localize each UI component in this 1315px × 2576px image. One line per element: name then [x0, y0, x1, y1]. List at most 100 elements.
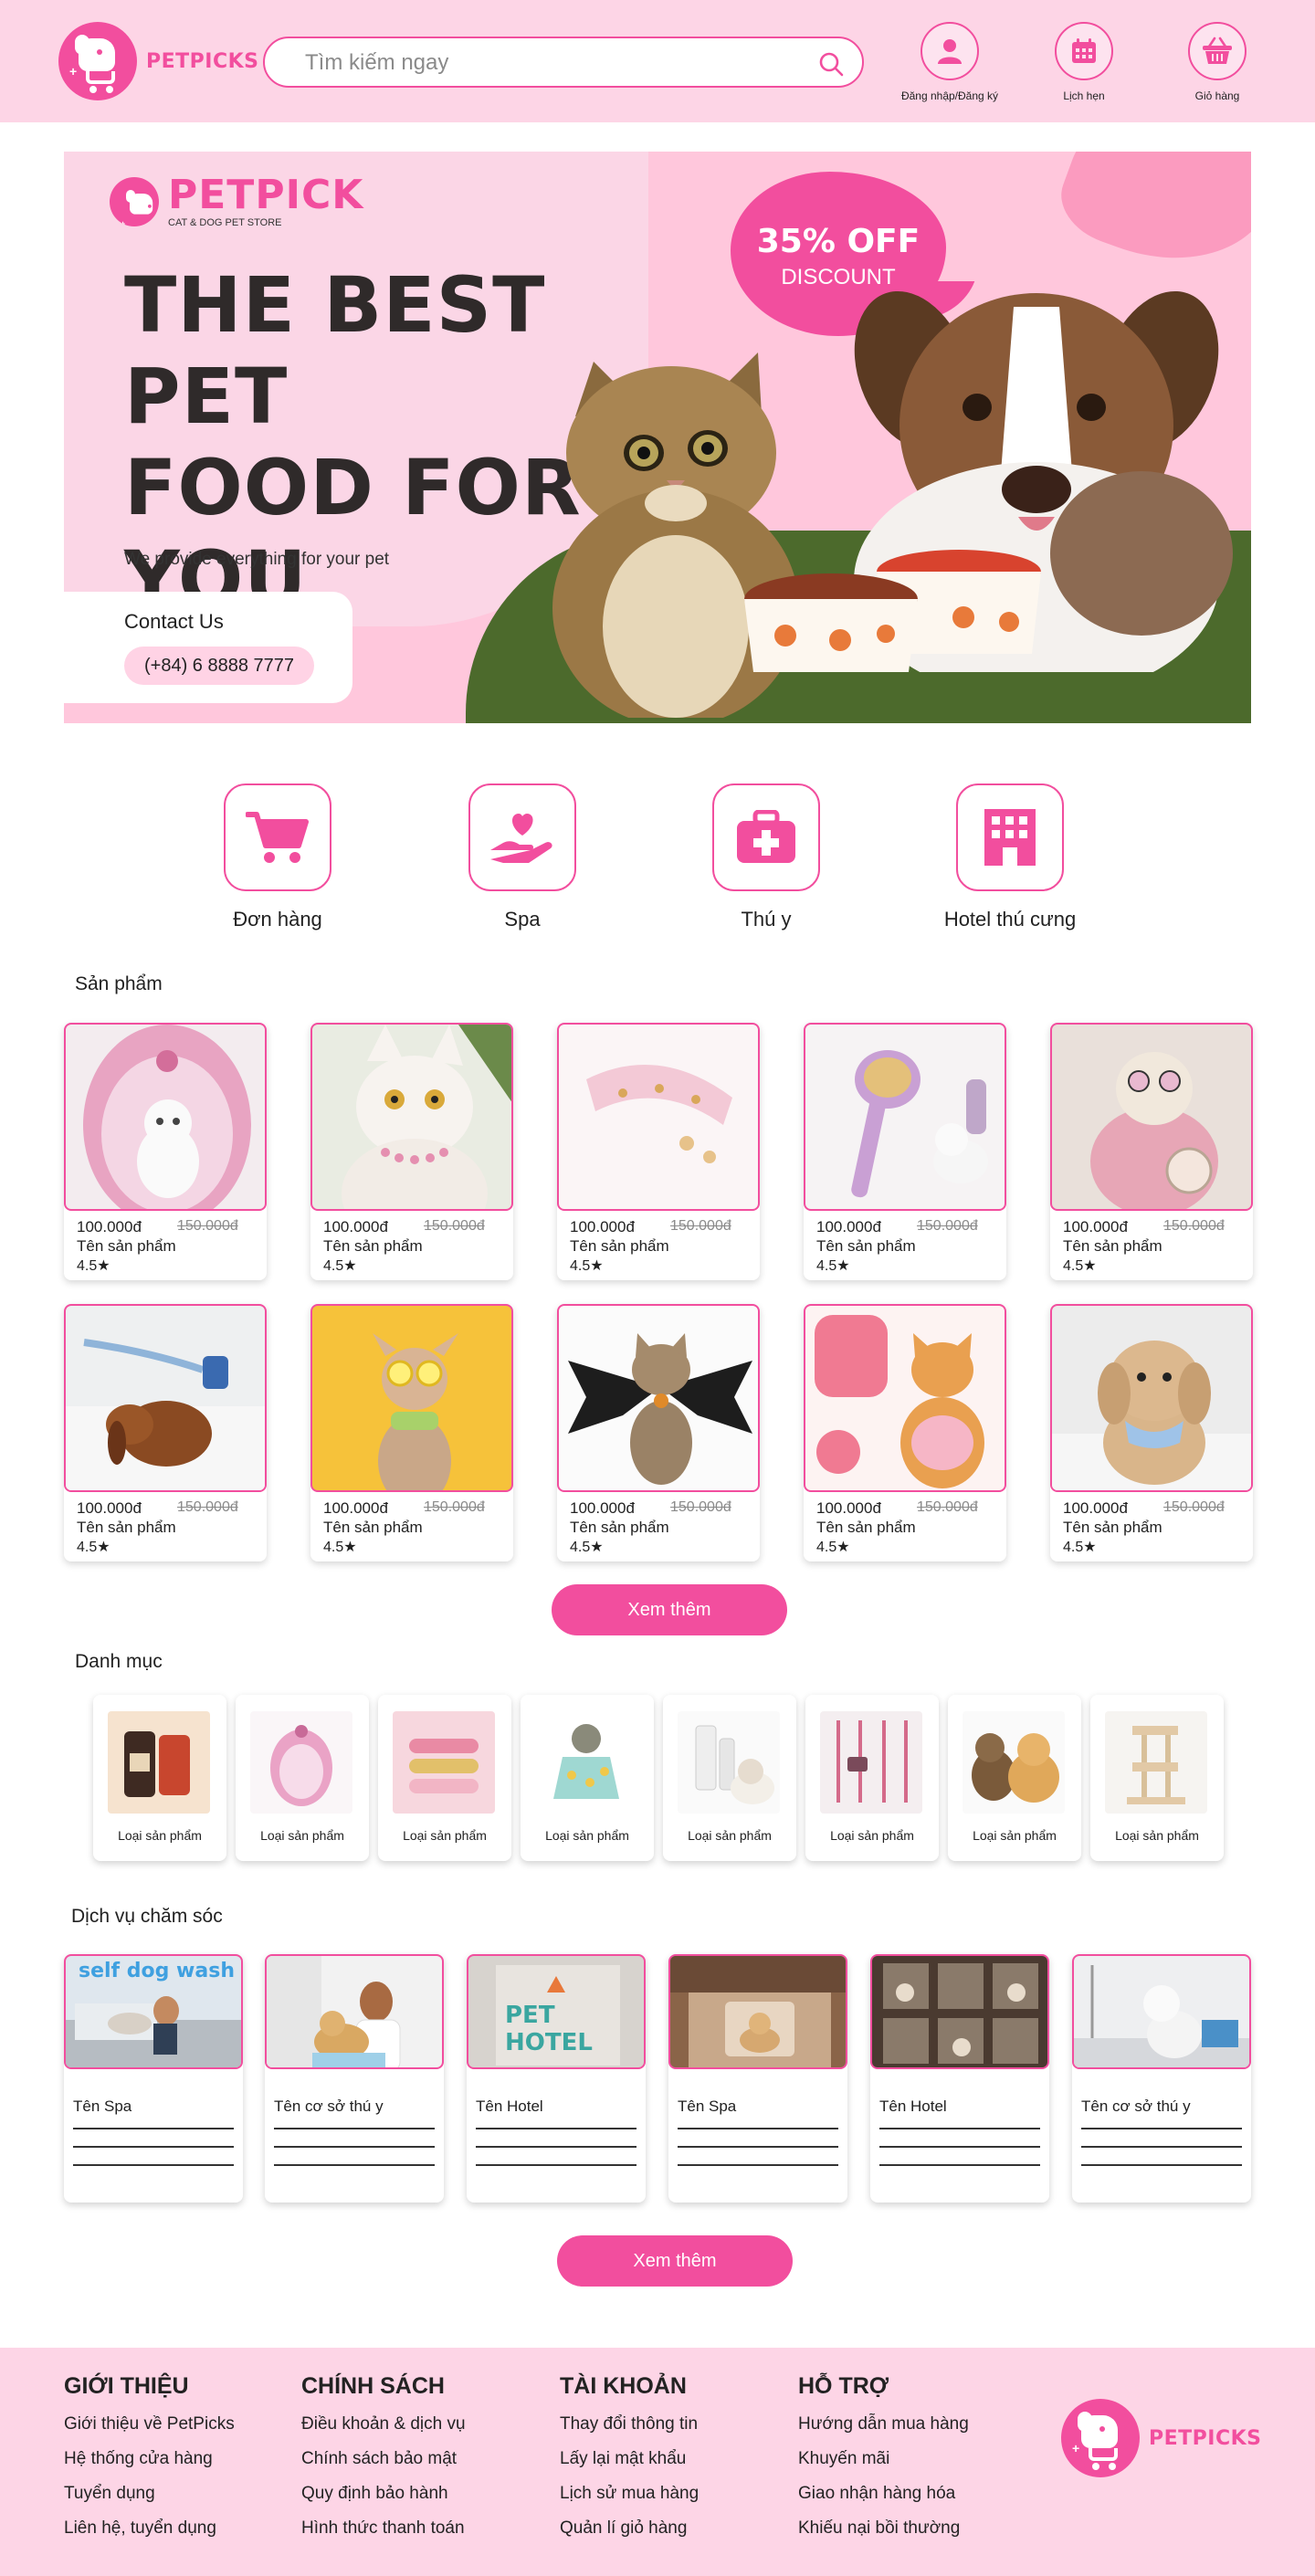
- product-image: [1050, 1023, 1253, 1211]
- login-register-button[interactable]: Đăng nhập/Đăng ký: [895, 22, 1005, 102]
- product-card[interactable]: 100.000đ 150.000đ Tên sản phẩm 4.5★: [804, 1304, 1006, 1561]
- product-price: 100.000đ: [77, 1499, 142, 1517]
- product-price: 100.000đ: [1063, 1499, 1128, 1517]
- category-label: Loại sản phẩm: [830, 1828, 914, 1843]
- service-card[interactable]: self dog wash Tên Spa: [64, 1954, 243, 2203]
- search-icon[interactable]: [818, 51, 844, 77]
- service-card[interactable]: Tên cơ sở thú y: [265, 1954, 444, 2203]
- product-card[interactable]: 100.000đ 150.000đ Tên sản phẩm 4.5★: [64, 1023, 267, 1280]
- hand-heart-icon: [490, 814, 552, 863]
- site-footer: GIỚI THIỆU Giới thiệu về PetPicks Hệ thố…: [0, 2348, 1315, 2576]
- spa-shortcut[interactable]: Spa: [422, 783, 623, 931]
- category-image: [820, 1711, 922, 1814]
- service-name: Tên Spa: [678, 2098, 737, 2115]
- category-label: Loại sản phẩm: [545, 1828, 629, 1843]
- building-icon: [984, 809, 1036, 866]
- product-old-price: 150.000đ: [424, 1499, 485, 1515]
- cart-button[interactable]: Giỏ hàng: [1162, 22, 1272, 102]
- category-image: [108, 1711, 210, 1814]
- category-card[interactable]: Loại sản phẩm: [236, 1695, 369, 1861]
- product-card[interactable]: 100.000đ 150.000đ Tên sản phẩm 4.5★: [804, 1023, 1006, 1280]
- search-input[interactable]: [305, 49, 798, 77]
- footer-link[interactable]: Liên hệ, tuyển dụng: [64, 2518, 235, 2553]
- product-rating: 4.5★: [570, 1540, 604, 1555]
- service-image-text: PET HOTEL: [505, 2002, 593, 2056]
- footer-link[interactable]: Tuyển dụng: [64, 2484, 235, 2518]
- header-brand-name: PETPICKS: [146, 49, 259, 73]
- footer-link[interactable]: Giao nhận hàng hóa: [798, 2484, 969, 2518]
- orders-shortcut[interactable]: Đơn hàng: [177, 783, 378, 931]
- header-logo[interactable]: + PETPICKS: [58, 22, 259, 100]
- service-name: Tên Hotel: [879, 2098, 947, 2115]
- category-image: [250, 1711, 352, 1814]
- category-label: Loại sản phẩm: [403, 1828, 487, 1843]
- product-name: Tên sản phẩm: [323, 1237, 423, 1255]
- page: + PETPICKS Đăng nhập/Đăng ký Lịch hẹn Gi…: [0, 0, 1315, 2576]
- category-image: [963, 1711, 1065, 1814]
- footer-link[interactable]: Khuyến mãi: [798, 2449, 969, 2484]
- footer-heading: HỖ TRỢ: [798, 2373, 889, 2399]
- cart-icon: [246, 812, 309, 863]
- product-price: 100.000đ: [570, 1499, 635, 1517]
- footer-link[interactable]: Quản lí giỏ hàng: [560, 2518, 699, 2553]
- product-old-price: 150.000đ: [1163, 1218, 1225, 1234]
- orders-label: Đơn hàng: [233, 908, 322, 931]
- service-image: PET HOTEL: [467, 1954, 646, 2069]
- basket-icon: [1203, 37, 1232, 64]
- category-card[interactable]: Loại sản phẩm: [663, 1695, 796, 1861]
- appointments-button[interactable]: Lịch hẹn: [1029, 22, 1139, 102]
- footer-logo[interactable]: + PETPICKS: [1061, 2399, 1262, 2477]
- footer-link[interactable]: Quy định bảo hành: [301, 2484, 466, 2518]
- product-image: [557, 1023, 760, 1211]
- footer-link[interactable]: Giới thiệu về PetPicks: [64, 2414, 235, 2449]
- product-name: Tên sản phẩm: [323, 1519, 423, 1536]
- contact-phone[interactable]: (+84) 6 8888 7777: [124, 647, 315, 685]
- contact-card: Contact Us (+84) 6 8888 7777: [64, 592, 352, 703]
- product-card[interactable]: 100.000đ 150.000đ Tên sản phẩm 4.5★: [310, 1023, 513, 1280]
- category-image: [1105, 1711, 1207, 1814]
- product-card[interactable]: 100.000đ 150.000đ Tên sản phẩm 4.5★: [310, 1304, 513, 1561]
- product-image: [1050, 1304, 1253, 1492]
- category-card[interactable]: Loại sản phẩm: [1090, 1695, 1224, 1861]
- service-card[interactable]: Tên Hotel: [870, 1954, 1049, 2203]
- banner-brand-name: PETPICK: [168, 172, 364, 218]
- footer-link[interactable]: Hướng dẫn mua hàng: [798, 2414, 969, 2449]
- service-card[interactable]: PET HOTEL Tên Hotel: [467, 1954, 646, 2203]
- pet-hotel-shortcut[interactable]: Hotel thú cưng: [910, 783, 1110, 931]
- footer-link[interactable]: Chính sách bảo mật: [301, 2449, 466, 2484]
- footer-link[interactable]: Khiếu nại bồi thường: [798, 2518, 969, 2553]
- products-view-more-button[interactable]: Xem thêm: [552, 1584, 787, 1635]
- product-old-price: 150.000đ: [1163, 1499, 1225, 1515]
- footer-link[interactable]: Hình thức thanh toán: [301, 2518, 466, 2553]
- services-view-more-button[interactable]: Xem thêm: [557, 2235, 793, 2287]
- product-card[interactable]: 100.000đ 150.000đ Tên sản phẩm 4.5★: [557, 1023, 760, 1280]
- category-card[interactable]: Loại sản phẩm: [805, 1695, 939, 1861]
- vet-shortcut[interactable]: Thú y: [666, 783, 867, 931]
- category-card[interactable]: Loại sản phẩm: [378, 1695, 511, 1861]
- category-card[interactable]: Loại sản phẩm: [521, 1695, 654, 1861]
- footer-link[interactable]: Điều khoản & dịch vụ: [301, 2414, 466, 2449]
- product-card[interactable]: 100.000đ 150.000đ Tên sản phẩm 4.5★: [557, 1304, 760, 1561]
- banner-logo: + PETPICK CAT & DOG PET STORE: [110, 175, 363, 228]
- product-old-price: 150.000đ: [917, 1218, 978, 1234]
- service-card[interactable]: Tên cơ sở thú y: [1072, 1954, 1251, 2203]
- footer-column-account: TÀI KHOẢN Thay đổi thông tin Lấy lại mật…: [560, 2373, 699, 2553]
- product-price: 100.000đ: [816, 1218, 881, 1235]
- footer-link[interactable]: Thay đổi thông tin: [560, 2414, 699, 2449]
- footer-link[interactable]: Lịch sử mua hàng: [560, 2484, 699, 2518]
- service-card[interactable]: Tên Spa: [668, 1954, 847, 2203]
- product-card[interactable]: 100.000đ 150.000đ Tên sản phẩm 4.5★: [64, 1304, 267, 1561]
- footer-column-support: HỖ TRỢ Hướng dẫn mua hàng Khuyến mãi Gia…: [798, 2373, 969, 2553]
- footer-link[interactable]: Lấy lại mật khẩu: [560, 2449, 699, 2484]
- product-image: [557, 1304, 760, 1492]
- category-card[interactable]: Loại sản phẩm: [948, 1695, 1081, 1861]
- discount-value: 35% OFF: [756, 223, 920, 260]
- product-price: 100.000đ: [570, 1218, 635, 1235]
- footer-link[interactable]: Hệ thống cửa hàng: [64, 2449, 235, 2484]
- product-card[interactable]: 100.000đ 150.000đ Tên sản phẩm 4.5★: [1050, 1023, 1253, 1280]
- contact-title: Contact Us: [124, 610, 224, 633]
- category-image: [678, 1711, 780, 1814]
- product-card[interactable]: 100.000đ 150.000đ Tên sản phẩm 4.5★: [1050, 1304, 1253, 1561]
- service-image: self dog wash: [64, 1954, 243, 2069]
- category-card[interactable]: Loại sản phẩm: [93, 1695, 226, 1861]
